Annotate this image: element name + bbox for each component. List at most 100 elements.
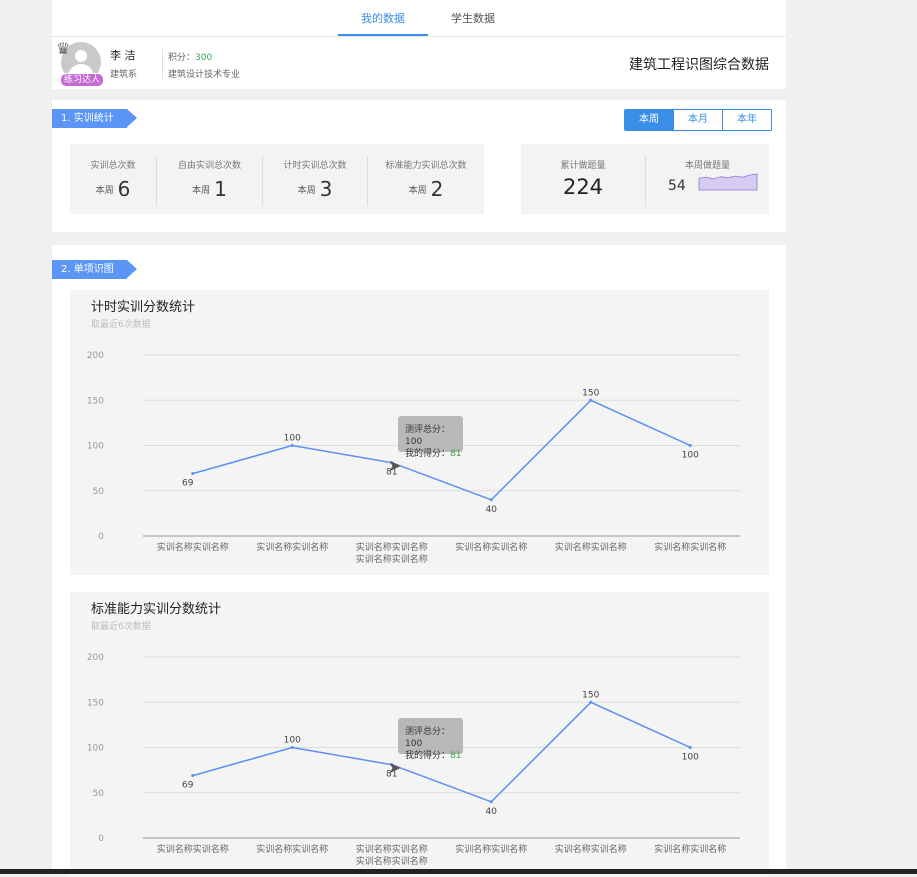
data-label: 100 <box>284 736 301 746</box>
stat-value: 54 <box>668 178 686 194</box>
data-point <box>489 498 493 502</box>
data-label: 40 <box>486 505 498 515</box>
data-label: 40 <box>486 807 498 817</box>
x-tick-label: 实训名称实训名称 <box>157 541 229 553</box>
data-point <box>290 746 294 749</box>
week-sparkline <box>698 173 758 191</box>
y-tick-label: 0 <box>98 834 104 844</box>
stat-label: 标准能力实训总次数 <box>385 161 467 171</box>
chart-card-standard: 标准能力实训分数统计 取最近6次数据 200 150 100 50 0 实训名称实训名称实… <box>70 592 769 877</box>
data-point <box>489 800 493 804</box>
x-tick-label: 实训名称实训名称 <box>356 843 428 855</box>
stat-total: 实训总次数 本周 6 <box>70 144 156 216</box>
x-tick-label: 实训名称实训名称 <box>256 843 328 855</box>
stat-value: 6 <box>117 177 131 201</box>
x-tick-label: 实训名称实训名称 <box>256 541 328 553</box>
x-tick-label: 实训名称实训名称 <box>654 541 726 553</box>
y-tick-label: 150 <box>87 396 104 406</box>
y-tick-label: 50 <box>93 487 105 497</box>
stat-label: 实训总次数 <box>90 161 136 171</box>
stat-label: 计时实训总次数 <box>283 161 347 171</box>
y-tick-label: 150 <box>87 698 104 708</box>
data-label: 100 <box>284 434 301 444</box>
stat-sub: 本周 <box>95 186 114 196</box>
period-selector: 本周 本月 本年 <box>624 109 772 131</box>
chart-tooltip: 测评总分： 100 我的得分：81 <box>398 718 463 761</box>
y-tick-label: 200 <box>87 653 104 663</box>
x-tick-label: 实训名称实训名称 <box>555 843 627 855</box>
section-tag-training-stats: 1. 实训统计 <box>52 109 127 128</box>
data-point <box>589 700 593 704</box>
data-point <box>688 444 692 447</box>
stat-value: 224 <box>562 175 604 199</box>
tooltip-value: 81 <box>450 751 462 761</box>
x-tick-label: 实训名称实训名称 <box>654 843 726 855</box>
chart-card-timed: 计时实训分数统计 取最近6次数据 200 150 100 50 0 实训名称实训名称 实训名… <box>70 290 769 575</box>
stat-sub: 本周 <box>297 186 316 196</box>
stat-value: 1 <box>214 177 227 201</box>
profile-bar: ♛ 练习达人 李 洁 建筑系 积分：300 建筑设计技术专业 建筑工程识图综合数… <box>52 37 786 89</box>
user-dept: 建筑系 <box>110 70 138 80</box>
tooltip-value: 100 <box>405 437 423 447</box>
y-tick-label: 200 <box>87 351 104 361</box>
points-label: 积分： <box>168 53 196 63</box>
tooltip-value: 81 <box>450 449 462 459</box>
top-tab-bar: 我的数据 学生数据 <box>52 0 786 37</box>
y-tick-label: 100 <box>87 442 104 452</box>
stat-label: 累计做题量 <box>560 161 606 171</box>
data-label: 69 <box>182 479 194 489</box>
user-name: 李 洁 <box>110 49 136 62</box>
x-tick-label: 实训名称实训名称 <box>356 855 428 867</box>
period-year-button[interactable]: 本年 <box>722 110 771 130</box>
page-title: 建筑工程识图综合数据 <box>629 57 769 73</box>
crown-icon: ♛ <box>56 39 71 58</box>
stat-week-questions: 本周做题量 54 <box>646 144 769 216</box>
user-major: 建筑设计技术专业 <box>168 70 241 80</box>
stat-label: 自由实训总次数 <box>177 161 241 171</box>
tab-my-data[interactable]: 我的数据 <box>338 0 428 36</box>
tooltip-label: 测评总分： <box>405 425 451 435</box>
points-row: 积分：300 <box>168 50 212 63</box>
y-tick-label: 0 <box>98 532 104 542</box>
stat-standard: 标准能力实训总次数 本周 2 <box>368 144 484 216</box>
x-tick-label: 实训名称实训名称 <box>555 541 627 553</box>
achievement-badge: 练习达人 <box>60 73 105 87</box>
y-tick-label: 50 <box>93 789 105 799</box>
data-point <box>191 774 195 778</box>
section-tag-single-item: 2. 单项识图 <box>52 260 127 279</box>
stat-free: 自由实训总次数 本周 1 <box>157 144 262 216</box>
count-stats-box: 实训总次数 本周 6 自由实训总次数 本周 1 计时实训总次数 本周 3 标准能力实训… <box>70 144 484 214</box>
stat-sub: 本周 <box>192 186 211 196</box>
data-point <box>688 746 692 749</box>
single-item-charts-panel: 2. 单项识图 计时实训分数统计 取最近6次数据 200 150 100 50 0 实训名… <box>52 245 786 877</box>
period-month-button[interactable]: 本月 <box>673 110 722 130</box>
data-label: 150 <box>582 388 599 398</box>
chart-tooltip: 测评总分： 100 我的得分：81 <box>398 416 463 459</box>
data-point <box>191 472 195 476</box>
cursor-icon: ➤ <box>388 758 402 777</box>
period-week-button[interactable]: 本周 <box>625 110 673 130</box>
stat-value: 2 <box>430 177 444 201</box>
data-point <box>290 444 294 447</box>
bottom-bar <box>0 869 917 874</box>
question-stats-box: 累计做题量 224 本周做题量 54 <box>521 144 769 214</box>
points-value: 300 <box>195 53 213 63</box>
divider <box>162 49 163 79</box>
tab-student-data[interactable]: 学生数据 <box>428 0 518 34</box>
data-label: 100 <box>682 451 699 461</box>
tooltip-label: 我的得分： <box>405 751 451 761</box>
x-tick-label: 实训名称实训名称 <box>455 541 527 553</box>
data-label: 100 <box>682 753 699 763</box>
x-tick-label: 实训名称实训名称 <box>356 553 428 565</box>
tooltip-label: 我的得分： <box>405 449 451 459</box>
stat-cumulative-questions: 累计做题量 224 <box>521 144 645 216</box>
training-stats-panel: 1. 实训统计 本周 本月 本年 实训总次数 本周 6 自由实训总次数 本周 1 计… <box>52 100 786 232</box>
cursor-icon: ➤ <box>388 456 402 475</box>
data-label: 150 <box>582 690 599 700</box>
stat-sub: 本周 <box>408 186 427 196</box>
stat-timed: 计时实训总次数 本周 3 <box>263 144 367 216</box>
data-label: 69 <box>182 781 194 791</box>
stat-value: 3 <box>319 177 333 201</box>
tooltip-label: 测评总分： <box>405 727 451 737</box>
y-tick-label: 100 <box>87 744 104 754</box>
